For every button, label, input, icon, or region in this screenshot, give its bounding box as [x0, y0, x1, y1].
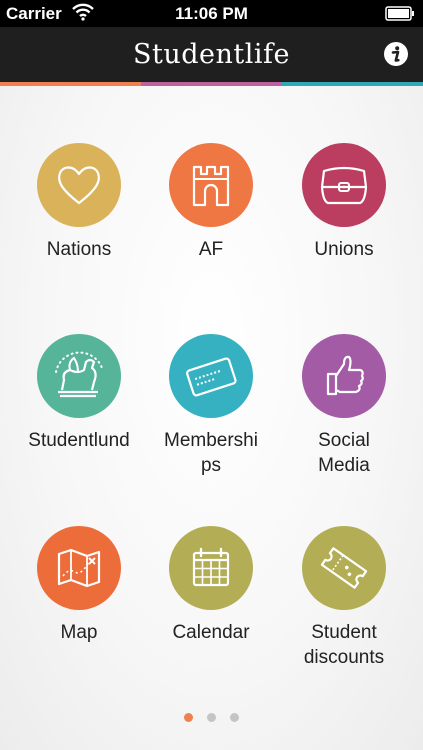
tile-icon-circle	[302, 526, 386, 610]
castle-icon	[192, 165, 230, 207]
accent-stripe	[0, 82, 423, 86]
tile-label-memberships: Membershi ps	[164, 430, 258, 476]
status-bar: Carrier 11:06 PM	[0, 0, 423, 27]
navigation-bar: Studentlife	[0, 27, 423, 82]
info-button[interactable]	[383, 41, 409, 67]
stripe-segment	[0, 82, 141, 86]
tile-nations[interactable]: Nations	[14, 143, 144, 262]
tile-label-map: Map	[60, 622, 98, 643]
tile-label-nations: Nations	[46, 239, 112, 260]
tile-icon-circle	[169, 334, 253, 418]
tile-label-social-media: Social Media	[318, 430, 370, 476]
tile-social-media[interactable]: Social Media	[279, 334, 409, 478]
battery-icon	[385, 6, 415, 26]
tile-icon-circle	[37, 143, 121, 227]
status-time: 11:06 PM	[175, 4, 248, 23]
tile-studentlund[interactable]: Studentlund	[14, 334, 144, 453]
page-control[interactable]	[0, 713, 423, 722]
tile-calendar[interactable]: Calendar	[146, 526, 276, 645]
thumbs-up-icon	[326, 355, 364, 396]
calendar-icon	[192, 547, 230, 587]
ticket-icon	[320, 547, 368, 589]
tile-icon-circle	[37, 526, 121, 610]
tile-memberships[interactable]: Membershi ps	[146, 334, 276, 478]
tile-label-student-discounts: Student discounts	[303, 622, 385, 668]
info-icon	[384, 42, 408, 66]
tile-af[interactable]: AF	[146, 143, 276, 262]
tile-icon-circle	[37, 334, 121, 418]
page-dot[interactable]	[184, 713, 193, 722]
tile-map[interactable]: Map	[14, 526, 144, 645]
tile-label-af: AF	[198, 239, 224, 260]
tile-icon-circle	[302, 143, 386, 227]
stripe-segment	[141, 82, 282, 86]
tile-label-unions: Unions	[314, 239, 374, 260]
griffin-icon	[55, 351, 103, 398]
map-icon	[57, 548, 101, 588]
page-dot[interactable]	[207, 713, 216, 722]
card-icon	[186, 357, 237, 397]
tile-label-calendar: Calendar	[172, 622, 250, 643]
tile-unions[interactable]: Unions	[279, 143, 409, 262]
app-title: Studentlife	[133, 39, 290, 70]
tile-label-studentlund: Studentlund	[28, 430, 130, 451]
pouch-icon	[320, 166, 368, 205]
tile-icon-circle	[169, 526, 253, 610]
tile-icon-circle	[302, 334, 386, 418]
stripe-segment	[282, 82, 423, 86]
heart-icon	[58, 166, 100, 205]
tile-icon-circle	[169, 143, 253, 227]
page-dot[interactable]	[230, 713, 239, 722]
tile-student-discounts[interactable]: Student discounts	[279, 526, 409, 670]
